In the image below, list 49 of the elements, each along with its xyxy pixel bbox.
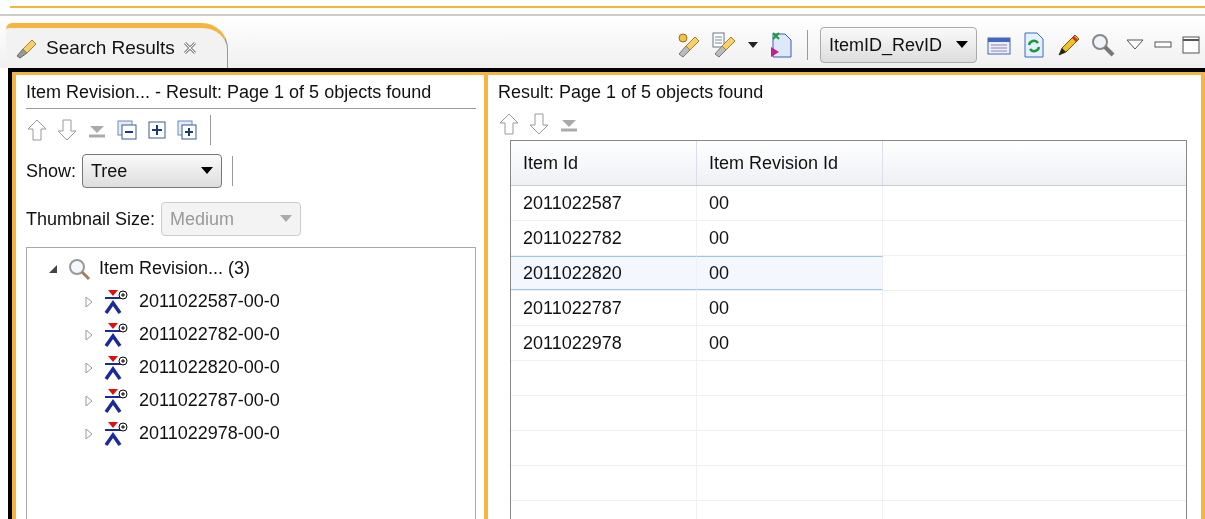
maximize-icon[interactable] — [1181, 35, 1201, 55]
collapsed-arrow-icon[interactable] — [83, 328, 95, 341]
panel-title: Result: Page 1 of 5 objects found — [498, 81, 765, 104]
up-arrow-icon[interactable] — [498, 112, 520, 136]
table-cell: 2011022782 — [511, 221, 697, 255]
collapsed-arrow-icon[interactable] — [83, 427, 95, 440]
collapsed-arrow-icon[interactable] — [83, 394, 95, 407]
caret-icon — [201, 167, 214, 175]
table-cell: 2011022820 — [511, 256, 697, 290]
table-cell: 2011022587 — [511, 186, 697, 220]
close-icon[interactable] — [182, 41, 197, 55]
table-cell: 00 — [697, 291, 883, 325]
tree-item[interactable]: 2011022587-00-0 — [139, 291, 280, 312]
collapsed-arrow-icon[interactable] — [83, 295, 95, 308]
table-cell: 2011022978 — [511, 326, 697, 360]
tree-item[interactable]: 2011022820-00-0 — [139, 357, 280, 378]
down-arrow-icon[interactable] — [528, 112, 550, 136]
table-cell: 00 — [697, 186, 883, 220]
table-cell: 00 — [697, 256, 883, 290]
caret-icon — [956, 41, 968, 49]
show-label: Show: — [26, 160, 77, 182]
table-cell: 00 — [697, 326, 883, 360]
query-dropdown[interactable]: ItemID_RevID — [819, 27, 977, 63]
thumbnail-size-label: Thumbnail Size: — [26, 208, 156, 230]
selected-row[interactable]: 2011022820 00 — [511, 256, 1186, 291]
tree-item[interactable]: Item Revision... (3) — [99, 258, 251, 279]
flashlight-icon — [14, 37, 38, 59]
caret-icon[interactable] — [746, 40, 759, 50]
refresh-icon[interactable] — [1021, 31, 1047, 59]
panel-title: Item Revision... - Result: Page 1 of 5 objects found — [26, 81, 433, 104]
expand-all-icon[interactable] — [176, 119, 198, 141]
table-cell: 2011022787 — [511, 291, 697, 325]
tree-item[interactable]: 2011022782-00-0 — [139, 324, 280, 345]
search-icon[interactable] — [1089, 31, 1117, 59]
collapse-all-icon[interactable] — [116, 119, 138, 141]
tree-item[interactable]: 2011022787-00-0 — [139, 390, 280, 411]
table-cell: 00 — [697, 221, 883, 255]
search-results-tab[interactable]: Search Results — [6, 23, 228, 68]
column-header[interactable]: Item Revision Id — [697, 141, 883, 185]
show-dropdown[interactable]: Tree — [82, 154, 223, 188]
caret-icon — [280, 215, 293, 223]
column-header[interactable]: Item Id — [511, 141, 697, 185]
collapsed-arrow-icon[interactable] — [83, 361, 95, 374]
expand-icon[interactable] — [146, 119, 168, 141]
up-arrow-icon[interactable] — [26, 118, 48, 142]
tree-item[interactable]: 2011022978-00-0 — [139, 423, 280, 444]
search-icon — [67, 256, 91, 281]
view-menu-icon[interactable] — [1125, 38, 1145, 52]
down-arrow-icon[interactable] — [56, 118, 78, 142]
